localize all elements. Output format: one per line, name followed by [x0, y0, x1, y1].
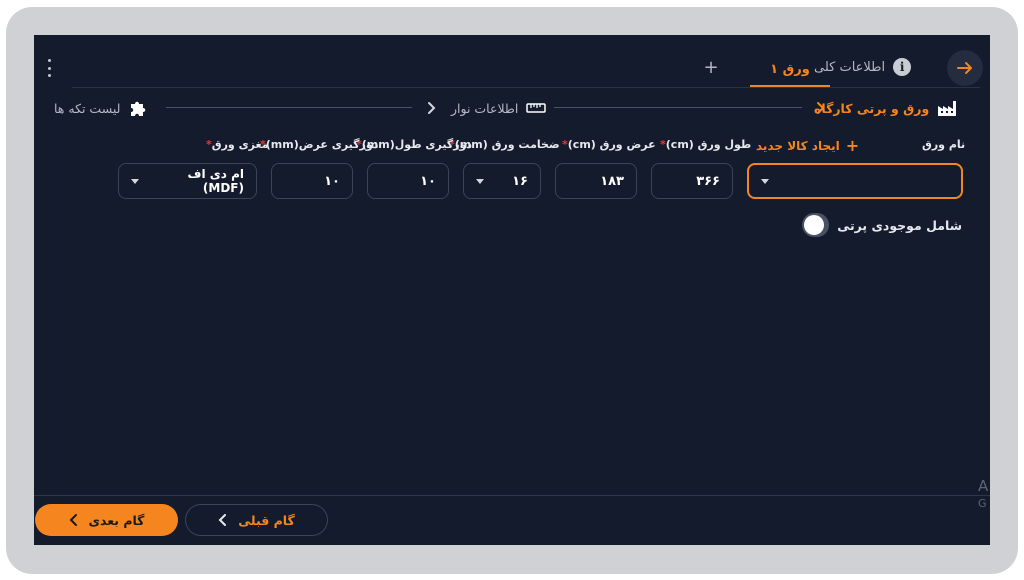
include-scrap-row: شامل موجودی پرتی — [802, 213, 962, 237]
breadcrumb-tape-info[interactable]: اطلاعات نوار — [451, 97, 547, 119]
breadcrumb-divider — [554, 107, 802, 108]
sheet-core-label: مغزی ورق* — [206, 138, 269, 151]
back-button[interactable] — [947, 50, 983, 86]
caret-down-icon — [476, 178, 484, 184]
ruler-icon — [526, 103, 547, 113]
footer-divider — [34, 495, 990, 496]
tabs-divider — [72, 87, 980, 88]
chevron-left-icon — [69, 514, 77, 526]
sheet-core-select[interactable]: ام دی اف (MDF) — [118, 163, 257, 199]
previous-step-button[interactable]: گام قبلی — [185, 504, 328, 536]
breadcrumb-pieces-list[interactable]: لیست تکه ها — [54, 97, 148, 119]
create-new-item-link[interactable]: + ایجاد کالا جدید — [756, 136, 859, 155]
chevron-right-icon — [814, 98, 826, 118]
info-icon: i — [893, 58, 912, 76]
factory-icon — [938, 101, 957, 116]
tab-sheet-1-label: ورق ۱ — [770, 61, 810, 77]
arrow-right-icon — [957, 62, 972, 74]
caret-down-icon — [761, 178, 769, 184]
breadcrumb-pieces-label: لیست تکه ها — [54, 100, 121, 116]
breadcrumb-workshop-sheets[interactable]: ورق و پرتی کارگاه — [814, 97, 957, 119]
previous-step-label: گام قبلی — [238, 512, 295, 528]
chevron-left-icon — [218, 514, 227, 526]
breadcrumb-tape-label: اطلاعات نوار — [451, 100, 519, 116]
edge-length-input[interactable]: ۱۰ — [367, 163, 449, 199]
next-step-label: گام بعدی — [88, 512, 145, 528]
sheet-length-input[interactable]: ۳۶۶ — [651, 163, 733, 199]
chevron-right-icon — [425, 98, 437, 118]
sheet-thickness-select[interactable]: ۱۶ — [463, 163, 541, 199]
create-new-item-label: ایجاد کالا جدید — [756, 138, 840, 153]
plus-icon: + — [845, 136, 860, 155]
add-tab-button[interactable]: + — [701, 55, 721, 79]
tab-sheet-1[interactable]: ورق ۱ — [750, 53, 830, 87]
caret-down-icon — [131, 178, 139, 184]
sheet-length-label: طول ورق (cm)* — [660, 138, 752, 151]
next-step-button[interactable]: گام بعدی — [35, 504, 178, 536]
breadcrumb-workshop-label: ورق و پرتی کارگاه — [814, 100, 930, 116]
include-scrap-label: شامل موجودی پرتی — [837, 217, 962, 233]
sheet-name-select[interactable] — [747, 163, 963, 199]
edge-width-input[interactable]: ۱۰ — [271, 163, 353, 199]
more-menu-icon[interactable] — [45, 59, 53, 77]
puzzle-icon — [131, 101, 146, 116]
breadcrumb-divider — [166, 107, 412, 108]
app-screen: i اطلاعات کلی ورق ۱ + ورق و پرتی کارگاه … — [34, 35, 990, 545]
sheet-width-input[interactable]: ۱۸۳ — [555, 163, 637, 199]
include-scrap-toggle[interactable] — [802, 213, 830, 237]
edge-width-label: دورگیری عرض(mm)* — [260, 138, 379, 151]
sheet-width-label: عرض ورق (cm)* — [562, 138, 656, 151]
sheet-name-label: نام ورق — [922, 138, 966, 151]
edge-overlay-text: A G — [978, 477, 989, 510]
